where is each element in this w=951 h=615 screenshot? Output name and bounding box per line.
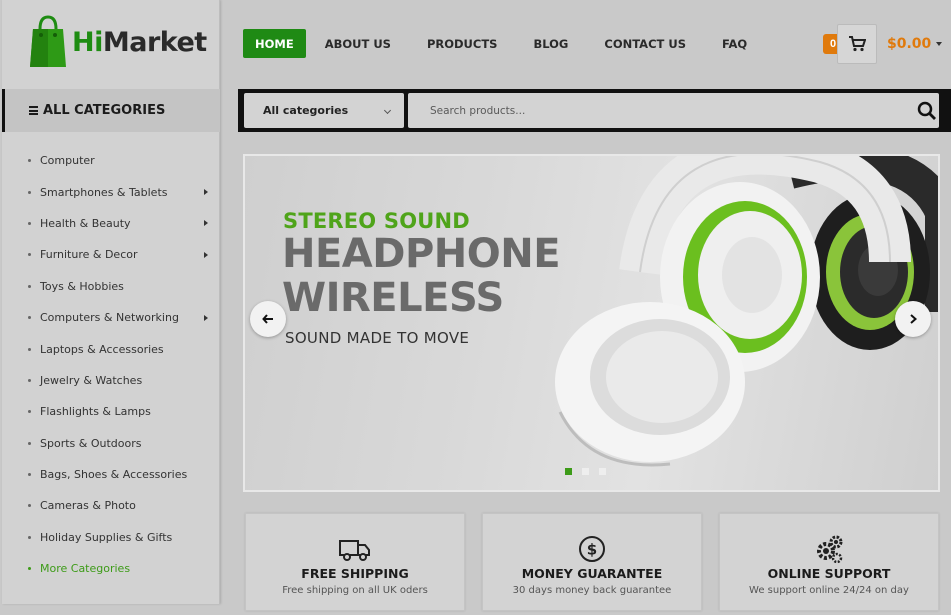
category-label: Smartphones & Tablets	[40, 185, 168, 199]
cart-button[interactable]	[837, 24, 877, 64]
category-label: Cameras & Photo	[40, 499, 136, 513]
feature-desc: Free shipping on all UK oders	[282, 585, 428, 596]
bullet-icon	[28, 316, 31, 320]
bullet-icon	[28, 567, 31, 571]
nav-faq[interactable]: FAQ	[722, 29, 747, 58]
category-item[interactable]: Toys & Hobbies	[26, 271, 216, 302]
category-item[interactable]: Holiday Supplies & Gifts	[26, 522, 216, 553]
arrow-left-icon	[262, 314, 273, 324]
cart[interactable]: 0 $0.00	[823, 24, 943, 64]
cart-icon	[849, 36, 866, 52]
slider-dots	[565, 468, 606, 475]
category-label: Health & Beauty	[40, 216, 131, 230]
category-item[interactable]: Health & Beauty	[26, 208, 216, 239]
brand-prefix: Hi	[72, 26, 103, 58]
slider-prev-button[interactable]	[250, 301, 286, 337]
headphones-image	[555, 156, 938, 467]
shopping-bag-icon	[30, 15, 66, 67]
category-item[interactable]: Smartphones & Tablets	[26, 176, 216, 207]
menu-icon	[29, 105, 38, 117]
bullet-icon	[28, 378, 31, 382]
category-select-value: All categories	[263, 104, 349, 117]
feature-title: MONEY GUARANTEE	[521, 566, 663, 581]
bullet-icon	[28, 473, 31, 477]
sidebar: HiMarket ALL CATEGORIES Computer Smartpho…	[2, 0, 220, 604]
category-label: Toys & Hobbies	[40, 279, 124, 293]
nav-home[interactable]: HOME	[243, 29, 306, 58]
feature-title: ONLINE SUPPORT	[767, 566, 891, 581]
logo[interactable]: HiMarket	[28, 15, 207, 69]
more-categories-link[interactable]: More Categories	[26, 553, 216, 584]
feature-desc: 30 days money back guarantee	[512, 585, 672, 596]
chevron-right-icon	[204, 314, 208, 321]
category-item[interactable]: Cameras & Photo	[26, 490, 216, 521]
chevron-right-icon	[910, 314, 918, 324]
nav-contact-us[interactable]: CONTACT US	[604, 29, 686, 58]
categories-header-label: ALL CATEGORIES	[43, 103, 166, 118]
search-input[interactable]	[408, 93, 939, 128]
bullet-icon	[28, 284, 31, 288]
bullet-icon	[28, 190, 31, 194]
category-label: Computers & Networking	[40, 311, 179, 325]
category-list: Computer Smartphones & Tablets Health & Be…	[26, 145, 216, 584]
category-item[interactable]: Flashlights & Lamps	[26, 396, 216, 427]
nav-products[interactable]: PRODUCTS	[427, 29, 498, 58]
search-icon[interactable]	[917, 101, 937, 121]
feature-money-guarantee: $ MONEY GUARANTEE 30 days money back gua…	[482, 513, 702, 611]
brand-name: HiMarket	[72, 27, 207, 58]
hero-banner[interactable]: STEREO SOUND HEADPHONE WIRELESS SOUND MA…	[243, 154, 940, 492]
category-label: Flashlights & Lamps	[40, 405, 151, 419]
category-label: More Categories	[40, 562, 131, 576]
feature-desc: We support online 24/24 on day	[749, 585, 909, 596]
category-select[interactable]: All categories	[244, 93, 404, 128]
chevron-right-icon	[204, 189, 208, 196]
bullet-icon	[28, 253, 31, 257]
feature-free-shipping: FREE SHIPPING Free shipping on all UK od…	[245, 513, 465, 611]
hero-subtitle: STEREO SOUND	[283, 209, 470, 233]
bullet-icon	[28, 159, 31, 163]
main-nav: HOME ABOUT US PRODUCTS BLOG CONTACT US FAQ	[243, 29, 783, 58]
category-label: Bags, Shoes & Accessories	[40, 468, 188, 482]
category-item[interactable]: Bags, Shoes & Accessories	[26, 459, 216, 490]
svg-text:$: $	[587, 541, 597, 559]
category-item[interactable]: Laptops & Accessories	[26, 333, 216, 364]
category-label: Computer	[40, 154, 95, 168]
dollar-icon: $	[579, 536, 605, 562]
search-bar: All categories	[238, 89, 951, 132]
chevron-down-icon	[383, 106, 392, 115]
category-item[interactable]: Computers & Networking	[26, 302, 216, 333]
category-item[interactable]: Furniture & Decor	[26, 239, 216, 270]
bullet-icon	[28, 504, 31, 508]
category-item[interactable]: Computer	[26, 145, 216, 176]
category-label: Sports & Outdoors	[40, 436, 142, 450]
category-label: Laptops & Accessories	[40, 342, 164, 356]
category-item[interactable]: Jewelry & Watches	[26, 365, 216, 396]
slider-next-button[interactable]	[895, 301, 931, 337]
chevron-right-icon	[204, 220, 208, 227]
bullet-icon	[28, 221, 31, 225]
category-label: Furniture & Decor	[40, 248, 138, 262]
bullet-icon	[28, 535, 31, 539]
hero-tagline: SOUND MADE TO MOVE	[285, 329, 470, 347]
chevron-down-icon[interactable]	[936, 42, 943, 46]
all-categories-header[interactable]: ALL CATEGORIES	[2, 89, 220, 132]
cart-total[interactable]: $0.00	[887, 36, 931, 52]
truck-icon	[339, 540, 370, 561]
brand-suffix: Market	[102, 26, 207, 58]
bullet-icon	[28, 410, 31, 414]
slider-dot-1[interactable]	[565, 468, 572, 475]
nav-about-us[interactable]: ABOUT US	[325, 29, 391, 58]
category-item[interactable]: Sports & Outdoors	[26, 428, 216, 459]
nav-blog[interactable]: BLOG	[533, 29, 568, 58]
bullet-icon	[28, 441, 31, 445]
chevron-right-icon	[204, 251, 208, 258]
category-label: Holiday Supplies & Gifts	[40, 530, 173, 544]
slider-dot-3[interactable]	[599, 468, 606, 475]
category-label: Jewelry & Watches	[40, 373, 143, 387]
slider-dot-2[interactable]	[582, 468, 589, 475]
feature-title: FREE SHIPPING	[301, 566, 409, 581]
bullet-icon	[28, 347, 31, 351]
gears-icon	[817, 535, 843, 564]
feature-online-support: ONLINE SUPPORT We support online 24/24 o…	[719, 513, 939, 611]
